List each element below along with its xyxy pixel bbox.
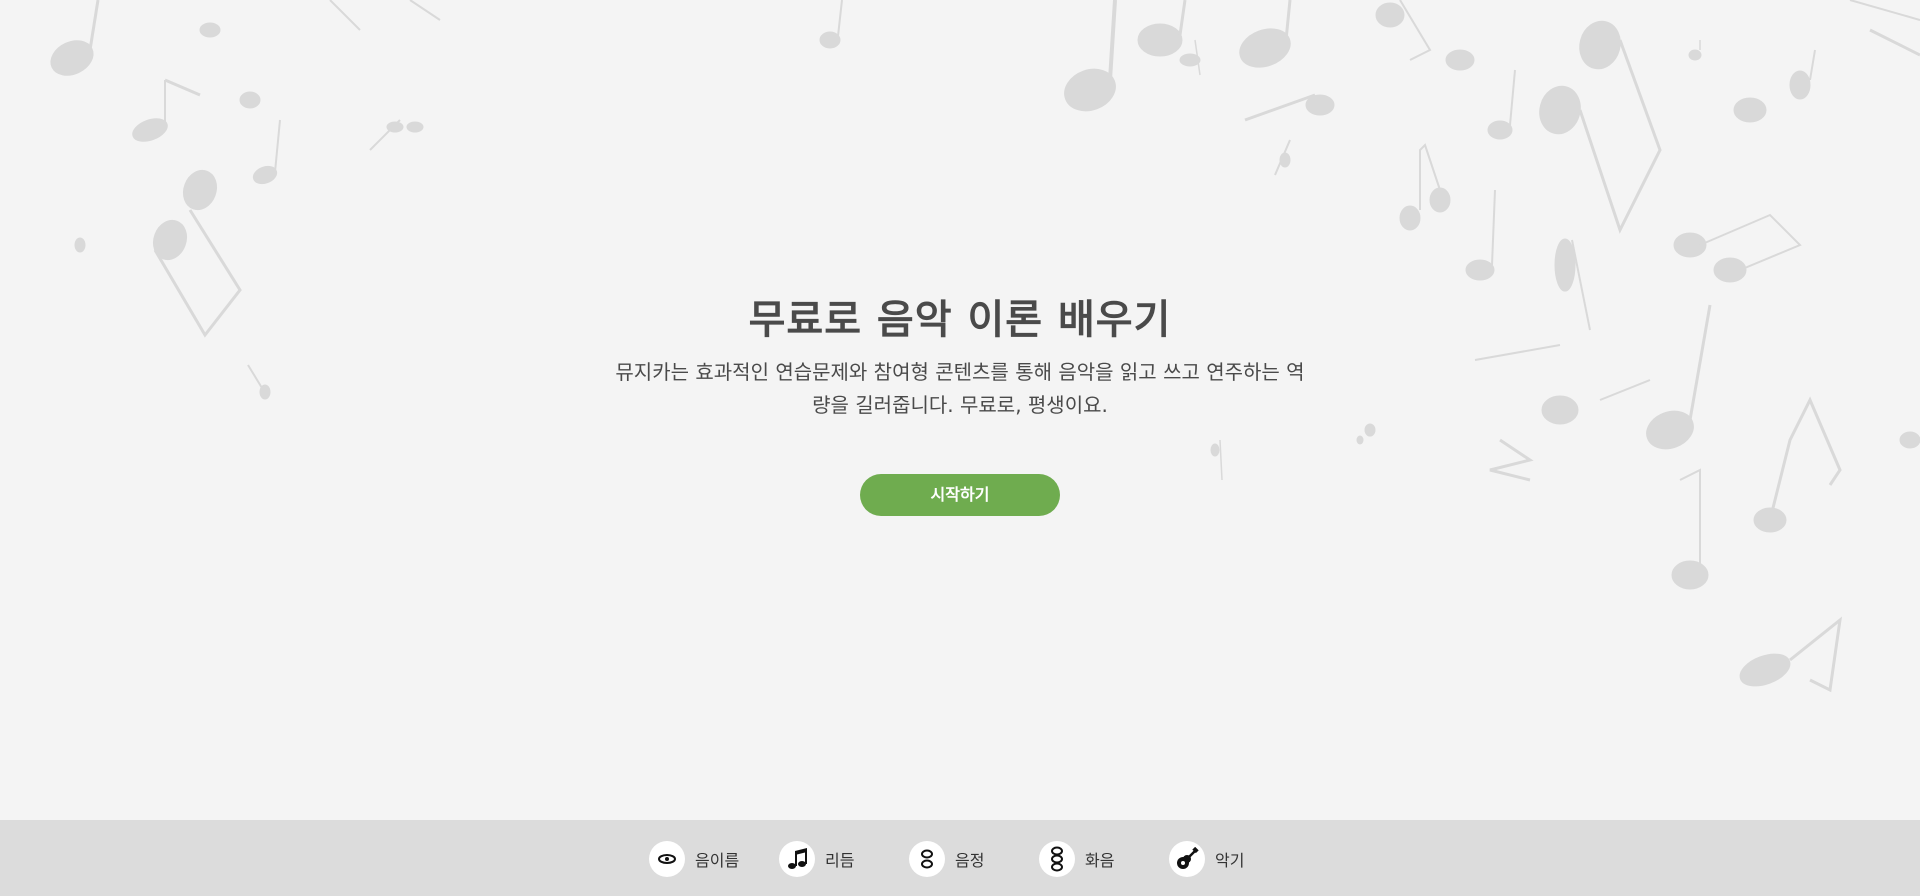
guitar-icon [1169,841,1205,877]
nav-item-intervals[interactable]: 음정 [909,841,1039,877]
interval-icon [909,841,945,877]
nav-item-label: 음이름 [695,851,740,870]
hero-subtitle: 뮤지카는 효과적인 연습문제와 참여형 콘텐츠를 통해 음악을 읽고 쓰고 연주… [615,360,1305,417]
nav-item-note-names[interactable]: 음이름 [649,841,779,877]
hero-section: 무료로 음악 이론 배우기 뮤지카는 효과적인 연습문제와 참여형 콘텐츠를 통… [0,0,1920,820]
start-button[interactable]: 시작하기 [860,474,1060,516]
page-title: 무료로 음악 이론 배우기 [748,297,1172,343]
chord-icon [1039,841,1075,877]
eye-icon [649,841,685,877]
nav-item-instruments[interactable]: 악기 [1169,841,1299,877]
nav-item-rhythm[interactable]: 리듬 [779,841,909,877]
topic-nav: 음이름 리듬 음정 화음 악기 [649,841,1299,877]
nav-item-label: 악기 [1215,851,1245,870]
nav-item-label: 화음 [1085,851,1115,870]
nav-item-label: 음정 [955,851,985,870]
bottom-nav-bar: 음이름 리듬 음정 화음 악기 [0,820,1920,896]
music-note-icon [779,841,815,877]
nav-item-chords[interactable]: 화음 [1039,841,1169,877]
hero-content: 무료로 음악 이론 배우기 뮤지카는 효과적인 연습문제와 참여형 콘텐츠를 통… [0,292,1920,516]
nav-item-label: 리듬 [825,851,855,870]
